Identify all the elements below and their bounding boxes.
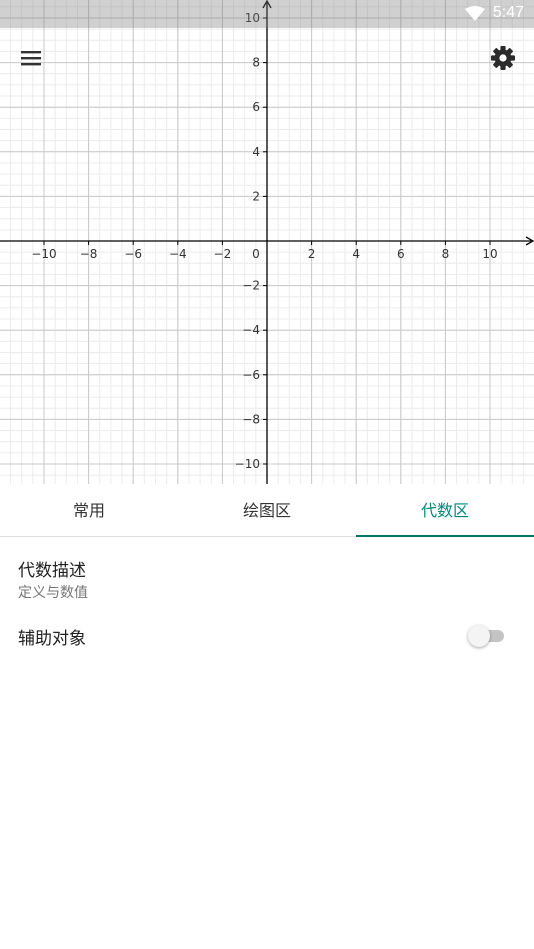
status-time: 5:47	[492, 4, 524, 21]
settings-button[interactable]	[486, 42, 520, 76]
settings-tabs: 常用 绘图区 代数区	[0, 485, 534, 537]
y-tick-label: −2	[242, 279, 260, 293]
y-tick-label: −8	[242, 412, 260, 426]
y-tick-label: −6	[242, 368, 260, 382]
wifi-icon	[465, 6, 485, 21]
menu-button[interactable]	[14, 42, 48, 76]
coordinate-grid[interactable]: −10 −8 −6 −4 −2 0 2 4 6 8 10108642−2−4−6−8−10	[0, 0, 534, 484]
menu-icon	[21, 51, 41, 66]
status-bar: 5:47	[0, 0, 534, 28]
x-tick-label: −2	[214, 247, 232, 261]
toggle-thumb	[468, 625, 490, 647]
tab-basic[interactable]: 常用	[0, 485, 178, 536]
y-tick-label: 6	[252, 100, 260, 114]
y-tick-label: −10	[235, 457, 260, 471]
algebra-description-title: 代数描述	[18, 561, 86, 581]
y-tick-label: 4	[252, 145, 260, 159]
x-tick-label: 2	[308, 247, 316, 261]
tab-algebra[interactable]: 代数区	[356, 485, 534, 537]
auxiliary-objects-toggle[interactable]	[468, 624, 506, 648]
y-tick-label: 2	[252, 189, 260, 203]
y-tick-label: 8	[252, 56, 260, 70]
gear-icon	[491, 46, 515, 70]
auxiliary-objects-setting: 辅助对象	[0, 612, 534, 660]
auxiliary-objects-label: 辅助对象	[18, 629, 86, 649]
algebra-description-value: 定义与数值	[18, 585, 88, 601]
x-tick-label: 10	[482, 247, 497, 261]
y-tick-label: −4	[242, 323, 260, 337]
x-tick-label: 8	[442, 247, 450, 261]
x-tick-label: 6	[397, 247, 405, 261]
algebra-description-setting[interactable]: 代数描述 定义与数值	[0, 544, 534, 606]
tab-graphics[interactable]: 绘图区	[178, 485, 356, 536]
x-tick-label: −10	[31, 247, 56, 261]
x-tick-label: −6	[124, 247, 142, 261]
x-tick-label: −4	[169, 247, 187, 261]
x-tick-label: −8	[80, 247, 98, 261]
x-tick-label: 0	[252, 247, 260, 261]
graphics-view[interactable]: −10 −8 −6 −4 −2 0 2 4 6 8 10 10 8 6 4 2 −2 −4 −6 −8 −10	[0, 0, 534, 484]
x-tick-label: 4	[352, 247, 360, 261]
